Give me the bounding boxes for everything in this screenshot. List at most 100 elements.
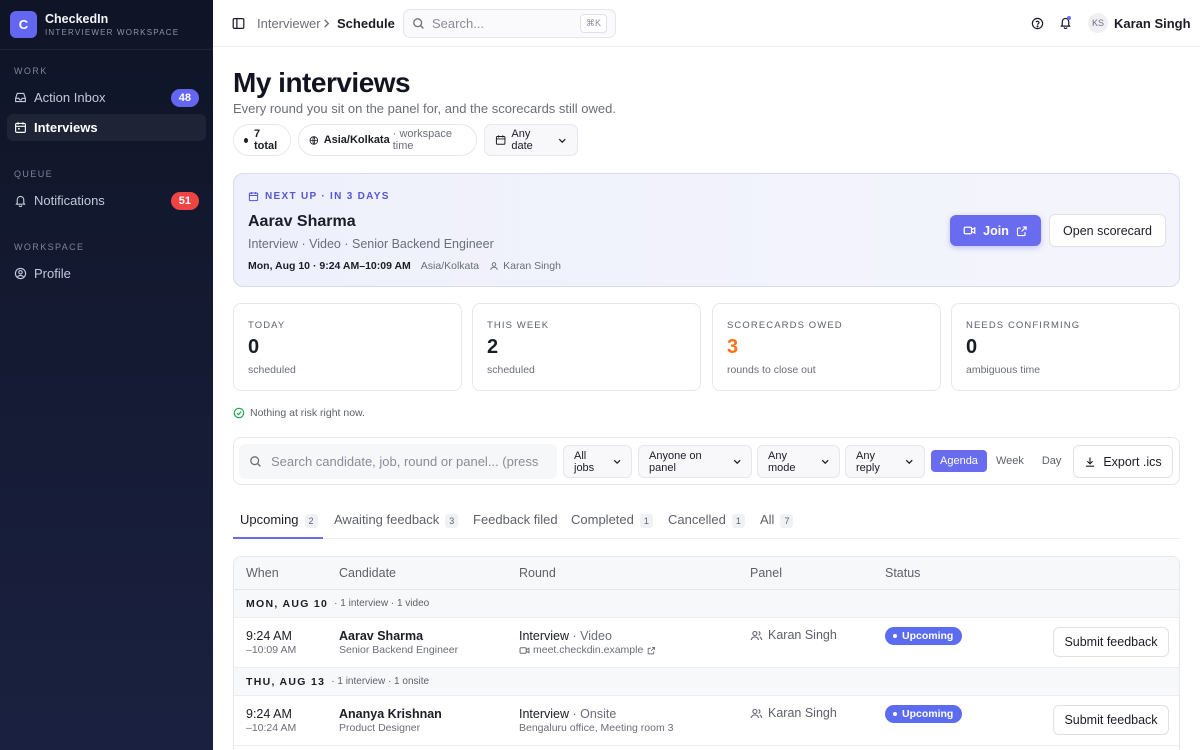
join-button[interactable]: Join	[950, 215, 1041, 246]
next-up-time-row: Mon, Aug 10 · 9:24 AM–10:09 AM Asia/Kolk…	[248, 260, 561, 272]
table-row[interactable]: 9:24 AM –10:09 AM Aarav Sharma Senior Ba…	[234, 618, 1179, 668]
view-week[interactable]: Week	[987, 450, 1033, 472]
stat-label: NEEDS CONFIRMING	[966, 320, 1081, 331]
next-up-candidate: Aarav Sharma	[248, 213, 356, 230]
status-tabs: Upcoming 2 Awaiting feedback 3 Feedback fi…	[233, 505, 1180, 539]
globe-icon	[309, 135, 319, 145]
panel-filter-dropdown[interactable]: Anyone on panel	[638, 445, 752, 478]
search-icon	[413, 18, 424, 29]
panel-filter-label: Anyone on panel	[649, 449, 702, 474]
stat-value: 0	[248, 336, 260, 358]
sidebar-item-interviews[interactable]: Interviews	[7, 114, 206, 141]
tab-count: 1	[731, 514, 745, 528]
notifications-button[interactable]	[1059, 16, 1073, 30]
bell-icon	[15, 195, 26, 207]
row-location: Bengaluru office, Meeting room 3	[519, 722, 674, 734]
user-name[interactable]: Karan Singh	[1114, 16, 1191, 31]
view-day[interactable]: Day	[1033, 450, 1071, 472]
row-panel: Karan Singh	[750, 628, 837, 642]
brand[interactable]: C CheckedIn INTERVIEWER WORKSPACE	[0, 0, 213, 50]
search-icon	[250, 456, 261, 467]
column-when[interactable]: When	[246, 566, 279, 580]
sidebar-item-action-inbox[interactable]: Action Inbox 48	[7, 84, 206, 111]
column-candidate[interactable]: Candidate	[339, 566, 396, 580]
tab-cancelled[interactable]: Cancelled 1	[668, 505, 745, 539]
next-up-interviewer: Karan Singh	[503, 260, 561, 272]
date-filter-label: Any date	[511, 128, 533, 152]
breadcrumb-interviewer[interactable]: Interviewer	[257, 16, 321, 31]
chevron-down-icon	[906, 459, 914, 465]
next-up-card: NEXT UP · IN 3 DAYS Aarav Sharma Intervi…	[233, 173, 1180, 287]
row-start-time: 9:24 AM	[246, 707, 292, 721]
open-scorecard-button[interactable]: Open scorecard	[1049, 214, 1166, 247]
brand-name: CheckedIn	[45, 11, 109, 26]
mode-filter-dropdown[interactable]: Any mode	[757, 445, 840, 478]
help-icon[interactable]	[1031, 17, 1044, 30]
date-group-header: MON, AUG 10 · 1 interview · 1 video	[234, 590, 1179, 618]
notifications-count-badge: 51	[170, 191, 199, 210]
stat-label: TODAY	[248, 320, 286, 331]
status-label: Upcoming	[902, 630, 954, 642]
table-row[interactable]: 9:24 AM –10:24 AM Ananya Krishnan Produc…	[234, 696, 1179, 746]
total-count: 7 total	[254, 128, 278, 152]
nav-section-queue: QUEUE	[14, 169, 54, 179]
stat-card-needs-confirming: NEEDS CONFIRMING 0 ambiguous time	[951, 303, 1180, 391]
tab-completed[interactable]: Completed 1	[571, 505, 653, 539]
next-up-meta: Interview · Video · Senior Backend Engin…	[248, 237, 494, 251]
chevron-down-icon	[821, 459, 829, 465]
row-start-time: 9:24 AM	[246, 629, 292, 643]
topbar: Interviewer Schedule Search... ⌘K KS Kar…	[214, 0, 1200, 47]
row-candidate[interactable]: Ananya Krishnan	[339, 707, 442, 721]
status-dot	[893, 712, 897, 716]
timezone-chip[interactable]: Asia/Kolkata · workspace time	[298, 124, 477, 156]
timezone-value: Asia/Kolkata	[323, 134, 390, 146]
group-summary: · 1 interview · 1 onsite	[331, 676, 430, 687]
inbox-count-badge: 48	[170, 88, 199, 107]
table-header: When Candidate Round Panel Status	[234, 557, 1179, 590]
round-type: Interview	[519, 707, 570, 721]
jobs-filter-dropdown[interactable]: All jobs	[563, 445, 632, 478]
group-date: MON, AUG 10	[246, 597, 329, 610]
global-search[interactable]: Search... ⌘K	[403, 9, 616, 38]
column-panel[interactable]: Panel	[750, 566, 782, 580]
chevron-right-icon	[324, 19, 330, 28]
submit-feedback-button[interactable]: Submit feedback	[1053, 627, 1169, 657]
stat-label: SCORECARDS OWED	[727, 320, 843, 331]
calendar-icon	[248, 192, 259, 202]
column-round[interactable]: Round	[519, 566, 556, 580]
row-panel: Karan Singh	[750, 706, 837, 720]
search-placeholder: Search...	[432, 16, 485, 31]
column-status[interactable]: Status	[885, 566, 920, 580]
tab-all[interactable]: All 7	[760, 505, 794, 539]
tab-label: All	[760, 512, 775, 527]
row-candidate[interactable]: Aarav Sharma	[339, 629, 423, 643]
stat-card-today: TODAY 0 scheduled	[233, 303, 462, 391]
row-meeting-link[interactable]: meet.checkdin.example	[519, 644, 656, 656]
interview-search-placeholder: Search candidate, job, round or panel...…	[271, 454, 539, 469]
tab-label: Cancelled	[668, 512, 726, 527]
sidebar-item-profile[interactable]: Profile	[7, 260, 206, 287]
reply-filter-dropdown[interactable]: Any reply	[845, 445, 925, 478]
sidebar-item-notifications[interactable]: Notifications 51	[7, 187, 206, 214]
interview-search-input[interactable]: Search candidate, job, round or panel...…	[239, 444, 557, 479]
date-filter-dropdown[interactable]: Any date	[484, 124, 578, 156]
sidebar-toggle-icon[interactable]	[232, 17, 245, 30]
status-badge: Upcoming	[885, 705, 963, 723]
tab-label: Completed	[571, 512, 634, 527]
download-icon	[1086, 457, 1095, 467]
total-chip: 7 total	[233, 124, 291, 156]
panel-member: Karan Singh	[768, 628, 837, 642]
avatar[interactable]: KS	[1088, 13, 1108, 33]
external-link-icon	[647, 646, 656, 654]
check-circle-icon	[233, 407, 245, 419]
tab-awaiting-feedback[interactable]: Awaiting feedback 3	[334, 505, 459, 539]
view-agenda[interactable]: Agenda	[931, 450, 987, 472]
page-subtitle: Every round you sit on the panel for, an…	[233, 101, 616, 116]
tab-upcoming[interactable]: Upcoming 2	[233, 505, 323, 539]
sidebar: C CheckedIn INTERVIEWER WORKSPACE WORK A…	[0, 0, 213, 750]
export-ics-button[interactable]: Export .ics	[1073, 445, 1173, 478]
tab-feedback-filed[interactable]: Feedback filed	[473, 505, 558, 539]
chevron-down-icon	[613, 459, 621, 465]
status-label: Upcoming	[902, 708, 954, 720]
submit-feedback-button[interactable]: Submit feedback	[1053, 705, 1169, 735]
